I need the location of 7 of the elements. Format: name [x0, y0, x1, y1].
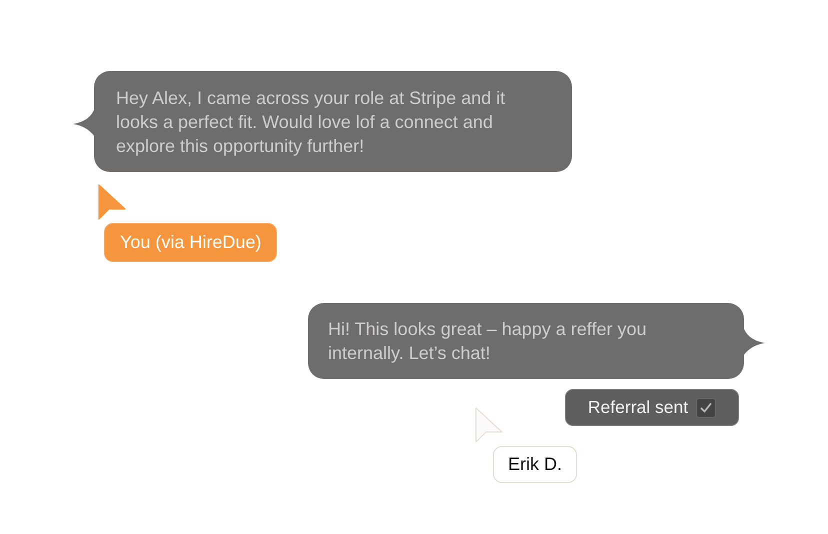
cursor-name-label: Erik D. [493, 446, 577, 483]
cursor-name-label: You (via HireDue) [104, 223, 278, 262]
message-text: Hey Alex, I came across your role at Stripe and it looks a perfect fit. Would love lof a connect and explore this opportunity further! [116, 87, 506, 158]
cursor-icon [97, 183, 127, 221]
status-label: Referral sent [588, 397, 688, 418]
message-text: Hi! This looks great – happy a reffer you internally. Let’s chat! [328, 318, 648, 365]
cursor-icon [474, 406, 504, 444]
